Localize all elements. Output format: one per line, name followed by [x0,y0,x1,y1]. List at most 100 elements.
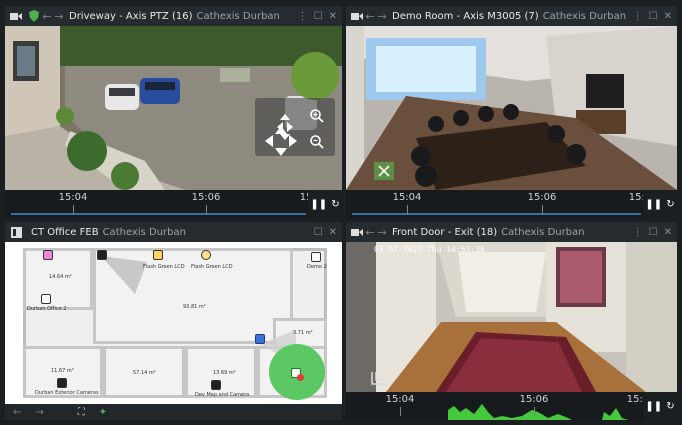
close-stream-icon[interactable] [374,162,394,180]
video-pane-driveway[interactable]: ← → Driveway - Axis PTZ (16) Cathexis Du… [5,6,342,218]
camera-view-front-door[interactable]: 01-07-2022 Thu 14:53:38 [346,242,677,392]
maximize-icon[interactable]: ☐ [314,227,323,238]
map-camera-marker[interactable] [97,250,107,260]
map-camera-marker[interactable] [201,250,211,260]
video-camera-icon [350,9,364,23]
video-pane-front-door[interactable]: ← → Front Door - Exit (18) Cathexis Durb… [346,222,677,420]
pane-site: Cathexis Durban [196,10,280,22]
loop-icon[interactable]: ↻ [666,199,674,210]
more-icon[interactable]: ⋮ [633,227,643,238]
video-camera-icon [9,9,23,23]
pane-titlebar: ← → Demo Room - Axis M3005 (7) Cathexis … [346,6,677,26]
map-camera-label: Flash Green LCD [143,264,185,270]
more-icon[interactable]: ⋮ [633,11,643,22]
timeline-label: 15:04 [392,192,422,203]
alert-badge [297,374,304,381]
playback-controls: ❚❚ ↻ [308,190,342,218]
forward-arrow-icon[interactable]: → [376,226,388,239]
front-door-image [346,242,677,392]
camera-view-demo-room[interactable] [346,26,677,190]
demo-room-image [346,26,677,190]
map-pane-office[interactable]: CT Office FEB Cathexis Durban ☐ ✕ 14.64 … [5,222,342,420]
pause-icon[interactable]: ❚❚ [645,401,662,412]
map-camera-marker[interactable] [153,250,163,260]
forward-arrow-icon[interactable]: → [376,10,388,23]
timeline-tick [400,407,401,416]
osd-timestamp: 01-07-2022 Thu 14:53:38 [374,245,485,254]
map-camera-label: Dev Map and Camera [195,392,250,398]
back-arrow-icon[interactable]: ← [364,10,376,23]
pause-icon[interactable]: ❚❚ [310,199,327,210]
pane-titlebar: ← → Front Door - Exit (18) Cathexis Durb… [346,222,677,242]
map-camera-marker[interactable] [255,334,265,344]
pane-title: CT Office FEB [31,226,99,238]
recording-bar [352,213,641,215]
map-camera-marker[interactable] [41,294,51,304]
playback-controls: ❚❚ ↻ [643,190,677,218]
forward-arrow-icon[interactable]: → [35,407,43,418]
map-icon [9,225,23,239]
forward-arrow-icon[interactable]: → [53,10,65,23]
pane-site: Cathexis Durban [542,10,627,22]
video-pane-demo-room[interactable]: ← → Demo Room - Axis M3005 (7) Cathexis … [346,6,677,218]
map-camera-label: Flash Green LCD [191,264,233,270]
video-camera-icon [350,225,364,239]
close-icon[interactable]: ✕ [664,11,672,22]
room-area-label: 3.71 m² [293,330,313,336]
timeline-label: 15:06 [527,192,557,203]
pane-title: Demo Room - Axis M3005 (7) [392,10,539,22]
playback-controls: ❚❚ ↻ [643,392,677,420]
timeline-label: 15:06 [191,192,221,203]
playback-timeline[interactable]: 15:04 15:06 15:0 ❚❚ ↻ [5,190,342,218]
room-area-label: 11.67 m² [51,368,74,374]
map-camera-marker[interactable] [57,378,67,388]
zoom-in-icon[interactable] [309,108,325,124]
timeline-label: 15:04 [385,394,415,405]
pane-titlebar: CT Office FEB Cathexis Durban ☐ ✕ [5,222,342,242]
maximize-icon[interactable]: ☐ [649,227,658,238]
camera-fov-active [261,330,325,400]
maximize-icon[interactable]: ☐ [649,11,658,22]
map-camera-marker[interactable] [211,380,221,390]
map-camera-label: Demo 2 [307,264,327,270]
loop-icon[interactable]: ↻ [331,199,339,210]
map-camera-marker[interactable] [43,250,53,260]
map-camera-marker[interactable] [311,252,321,262]
room-area-label: 14.64 m² [49,274,72,280]
room-area-label: 13.69 m² [213,370,236,376]
pane-site: Cathexis Durban [501,226,585,238]
close-icon[interactable]: ✕ [329,227,337,238]
floor-plan[interactable]: 14.64 m² 93.81 m² 3.71 m² 11.67 m² 57.14… [5,242,342,404]
back-arrow-icon[interactable]: ← [13,407,21,418]
pause-icon[interactable]: ❚❚ [645,199,662,210]
back-arrow-icon[interactable]: ← [41,10,53,23]
recording-bar [11,213,306,215]
zoom-out-icon[interactable] [309,134,325,150]
close-icon[interactable]: ✕ [329,11,337,22]
room-area-label: 57.14 m² [133,370,156,376]
pane-site: Cathexis Durban [102,226,186,238]
map-camera-label: Durban Exterior Cameras [35,390,99,396]
loop-icon[interactable]: ↻ [666,401,674,412]
pane-title: Front Door - Exit (18) [392,226,498,238]
close-icon[interactable]: ✕ [664,227,672,238]
camera-view-driveway[interactable] [5,26,342,190]
playback-timeline[interactable]: 15:04 15:06 15:0 ❚❚ ↻ [346,392,677,420]
fullscreen-icon[interactable]: ⛶ [78,407,85,418]
timeline-label: 15:06 [519,394,549,405]
playback-timeline[interactable]: 15:04 15:06 15:0 ❚❚ ↻ [346,190,677,218]
back-arrow-icon[interactable]: ← [364,226,376,239]
ptz-shield-icon [27,9,41,23]
room-area-label: 93.81 m² [183,304,206,310]
maximize-icon[interactable]: ☐ [314,11,323,22]
more-icon[interactable]: ⋮ [298,11,308,22]
timeline-label: 15:04 [58,192,88,203]
ptz-move-arrows[interactable] [263,124,299,158]
axis-watermark-icon [371,372,386,385]
timeline-tick [534,407,535,416]
map-footer-bar: ← → ⛶ ✦ [5,404,342,420]
pane-title: Driveway - Axis PTZ (16) [69,10,193,22]
pane-titlebar: ← → Driveway - Axis PTZ (16) Cathexis Du… [5,6,342,26]
map-camera-label: Durban Office 2 [27,306,67,312]
wifi-icon[interactable]: ✦ [99,407,107,418]
